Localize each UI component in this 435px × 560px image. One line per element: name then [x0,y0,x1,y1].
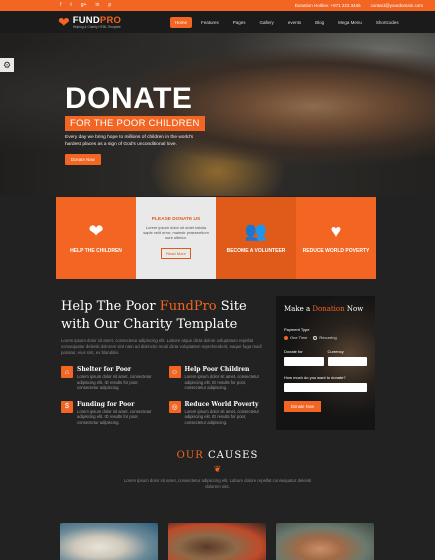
logo-tagline: Helping & Charity HTML Template [72,24,121,29]
hero-subtitle: FOR THE POOR CHILDREN [65,116,205,131]
service-item[interactable]: ☺ Help Poor Children Lorem ipsum dolor si… [168,366,267,391]
radio-dot [284,335,288,340]
cause-card-image[interactable] [276,523,374,560]
causes-section: OUR CAUSES ❦ Lorem ipsum dolor sit amet,… [0,450,435,490]
menu-gallery[interactable]: Gallery [255,17,279,28]
menu-mega-menu[interactable]: Mega Menu [333,17,367,28]
service-item[interactable]: ⌂ Shelter for Poor Lorem ipsum dolor sit … [61,366,159,391]
people-icon: 👥 [244,221,268,241]
help-title: Help The Poor FundPro Site with Our Char… [61,299,247,332]
heart-hand-icon: ❤ [58,14,70,30]
facebook-icon[interactable]: f [60,3,61,8]
service-item[interactable]: $ Funding for Poor Lorem ipsum dolor sit … [61,400,159,426]
menu-shortcodes[interactable]: Shortcodes [371,17,404,28]
heart-icon: ♥ [330,221,342,241]
feature-text: Lorem ipsum dolor sit amet tabula sapie … [143,224,209,241]
feature-help-children[interactable]: ❤ HELP THE CHILDREN [56,197,136,279]
hands-heart-icon: ❦ [213,464,222,474]
feature-please-donate: PLEASE DONATE US Lorem ipsum dolor sit a… [136,197,216,279]
social-links: f t g+ in p [60,3,111,8]
radio-one-time[interactable]: One Time [284,335,307,340]
feature-boxes: ❤ HELP THE CHILDREN PLEASE DONATE US Lor… [56,197,376,279]
hero-text: DONATE FOR THE POOR CHILDREN Every day w… [65,82,205,166]
pinterest-icon[interactable]: p [108,3,111,8]
menu-blog[interactable]: Blog [310,17,329,28]
service-text: Lorem ipsum dolor sit amet, consectetur … [77,408,152,425]
child-icon: ☺ [168,366,181,378]
service-title: Reduce World Poverty [184,400,259,408]
hero-donate-button[interactable]: Donate Now [65,154,101,165]
service-text: Lorem ipsum dolor sit amet, consectetur … [184,408,259,425]
contact-info: Donation Hotline: +971 223 3445 contact@… [295,3,423,8]
payment-type-radios: One Time Recurring [284,335,367,340]
twitter-icon[interactable]: t [70,3,71,8]
feature-label: BECOME A VOLUNTEER [226,248,286,254]
gear-icon[interactable]: ⚙ [0,58,14,72]
hero-title: DONATE [65,82,193,115]
causes-title: OUR CAUSES [176,450,259,461]
service-title: Help Poor Children [184,366,250,373]
amount-label: How much do you want to donate? [284,375,346,380]
donation-form: Make a Donation Now Payment Type One Tim… [276,296,375,430]
linkedin-icon[interactable]: in [95,3,99,8]
cause-card-image[interactable] [60,523,158,560]
radio-recurring[interactable]: Recurring [313,335,337,340]
service-item[interactable]: ◎ Reduce World Poverty Lorem ipsum dolor … [168,400,267,426]
service-text: Lorem ipsum dolor sit amet, consectetur … [184,374,259,390]
donation-hotline: Donation Hotline: +971 223 3445 [294,3,361,8]
menu-features[interactable]: Features [196,17,224,28]
logo-text: FUNDPRO [72,14,122,26]
payment-type-label: Payment Type [284,327,310,332]
contact-email[interactable]: contact@yourdomain.com [371,3,423,8]
hero-banner: ⚙ DONATE FOR THE POOR CHILDREN Every day… [0,33,435,196]
donate-for-label: Donate for [284,349,303,354]
radio-label: One Time [290,335,308,340]
amount-input[interactable] [284,383,367,392]
hero-description: Every day we bring hope to millions of c… [65,135,194,147]
cause-card-image[interactable] [168,523,266,560]
feature-label: PLEASE DONATE US [151,216,201,222]
money-icon: $ [61,400,73,413]
causes-description: Lorem ipsum dolor sit amet, consectetur … [123,478,312,489]
home-icon: ⌂ [61,366,73,378]
currency-label: Currency [327,349,344,354]
donation-form-title: Make a Donation Now [284,305,364,313]
currency-select[interactable] [327,357,367,366]
service-title: Funding for Poor [77,400,135,408]
logo[interactable]: ❤ FUNDPRO Helping & Charity HTML Templat… [58,15,168,29]
help-section: Help The Poor FundPro Site with Our Char… [61,298,266,425]
service-text: Lorem ipsum dolor sit amet, consectetur … [77,374,152,390]
main-menu: Home Features Pages Gallery events Blog … [170,16,404,28]
feature-label: HELP THE CHILDREN [70,248,122,254]
feature-volunteer[interactable]: 👥 BECOME A VOLUNTEER [216,197,296,279]
google-plus-icon[interactable]: g+ [81,3,87,8]
read-more-button[interactable]: Read More [161,248,191,260]
main-navbar: ❤ FUNDPRO Helping & Charity HTML Templat… [0,11,435,33]
service-title: Shelter for Poor [77,366,131,373]
radio-label: Recurring [319,335,337,340]
donate-for-select[interactable] [284,357,324,366]
hands-heart-icon: ❤ [88,221,104,241]
top-bar: f t g+ in p Donation Hotline: +971 223 3… [0,0,435,11]
feature-label: REDUCE WORLD POVERTY [302,248,370,254]
menu-pages[interactable]: Pages [228,17,251,28]
radio-dot [313,335,318,340]
help-description: Lorem ipsum dolor sit amet, consectetur … [61,338,262,355]
menu-home[interactable]: Home [170,16,193,28]
donate-currency-row: Donate for Currency [284,349,367,366]
feature-reduce-poverty[interactable]: ♥ REDUCE WORLD POVERTY [296,197,376,279]
services-grid: ⌂ Shelter for Poor Lorem ipsum dolor sit … [61,366,266,425]
cause-cards [60,523,374,560]
donate-now-button[interactable]: Donate Now [284,401,322,412]
menu-events[interactable]: events [283,17,306,28]
globe-icon: ◎ [168,400,181,413]
